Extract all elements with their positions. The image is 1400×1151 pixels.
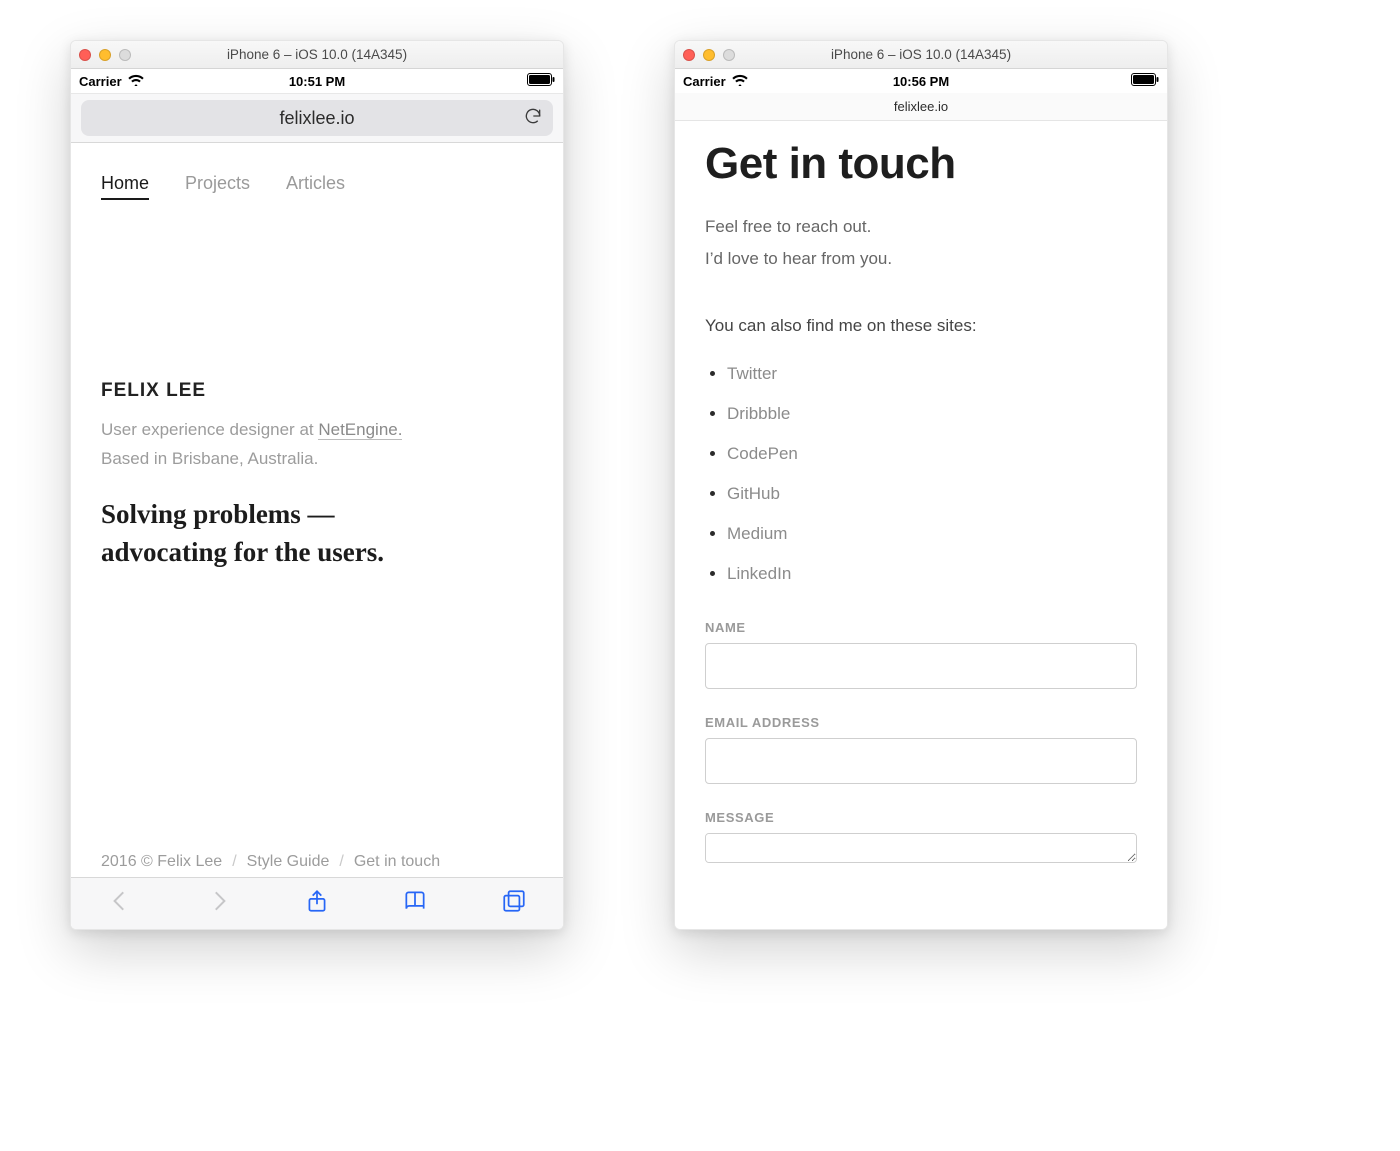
window-title: iPhone 6 – iOS 10.0 (14A345) xyxy=(675,47,1167,62)
wifi-icon xyxy=(128,74,144,89)
mac-titlebar: iPhone 6 – iOS 10.0 (14A345) xyxy=(71,41,563,69)
message-label: MESSAGE xyxy=(705,810,1137,825)
ios-status-bar: Carrier 10:56 PM xyxy=(675,69,1167,93)
footer-style-guide[interactable]: Style Guide xyxy=(247,853,330,871)
safari-url-bar[interactable]: felixlee.io xyxy=(71,93,563,143)
tagline-line2: advocating for the users. xyxy=(101,537,384,567)
tagline: Solving problems — advocating for the us… xyxy=(101,496,533,572)
byline: User experience designer at NetEngine. B… xyxy=(101,416,533,474)
forward-icon[interactable] xyxy=(206,888,232,919)
name-input[interactable] xyxy=(705,643,1137,689)
footer-copyright: 2016 © Felix Lee xyxy=(101,853,222,871)
bookmarks-icon[interactable] xyxy=(402,888,428,919)
safari-url-bar-mini[interactable]: felixlee.io xyxy=(675,93,1167,121)
traffic-lights xyxy=(683,49,735,61)
simulator-window-right: iPhone 6 – iOS 10.0 (14A345) Carrier 10:… xyxy=(674,40,1168,930)
close-icon[interactable] xyxy=(683,49,695,61)
page-contact: Get in touch Feel free to reach out. I’d… xyxy=(675,121,1167,929)
minimize-icon[interactable] xyxy=(99,49,111,61)
clock: 10:51 PM xyxy=(289,74,345,89)
minimize-icon[interactable] xyxy=(703,49,715,61)
close-icon[interactable] xyxy=(79,49,91,61)
nav-tabs: Home Projects Articles xyxy=(71,143,563,200)
footer-separator: / xyxy=(232,853,236,871)
name-label: NAME xyxy=(705,620,1137,635)
social-link-twitter[interactable]: Twitter xyxy=(727,354,1137,394)
tagline-line1: Solving problems — xyxy=(101,499,335,529)
mac-titlebar: iPhone 6 – iOS 10.0 (14A345) xyxy=(675,41,1167,69)
brand-name: FELIX LEE xyxy=(101,380,533,402)
share-icon[interactable] xyxy=(304,888,330,919)
also-find-text: You can also find me on these sites: xyxy=(705,316,1137,336)
page-home: Home Projects Articles FELIX LEE User ex… xyxy=(71,143,563,929)
clock: 10:56 PM xyxy=(893,74,949,89)
byline-location: Based in Brisbane, Australia. xyxy=(101,449,318,468)
url-pill[interactable]: felixlee.io xyxy=(81,100,553,136)
footer-links: 2016 © Felix Lee / Style Guide / Get in … xyxy=(101,853,533,871)
hero: FELIX LEE User experience designer at Ne… xyxy=(71,380,563,571)
reload-icon[interactable] xyxy=(523,106,543,131)
byline-link[interactable]: NetEngine. xyxy=(318,420,402,440)
lead-line2: I’d love to hear from you. xyxy=(705,243,1137,275)
tab-articles[interactable]: Articles xyxy=(286,173,345,200)
zoom-icon[interactable] xyxy=(723,49,735,61)
wifi-icon xyxy=(732,74,748,89)
social-link-dribbble[interactable]: Dribbble xyxy=(727,394,1137,434)
tabs-icon[interactable] xyxy=(501,888,527,919)
form-group-email: EMAIL ADDRESS xyxy=(705,715,1137,784)
social-link-linkedin[interactable]: LinkedIn xyxy=(727,554,1137,594)
social-links-list: Twitter Dribbble CodePen GitHub Medium L… xyxy=(705,354,1137,594)
zoom-icon[interactable] xyxy=(119,49,131,61)
lead-line1: Feel free to reach out. xyxy=(705,211,1137,243)
tab-home[interactable]: Home xyxy=(101,173,149,200)
tab-projects[interactable]: Projects xyxy=(185,173,250,200)
message-input[interactable] xyxy=(705,833,1137,863)
lead-text: Feel free to reach out. I’d love to hear… xyxy=(705,211,1137,276)
byline-prefix: User experience designer at xyxy=(101,420,318,439)
footer-separator: / xyxy=(339,853,343,871)
form-group-message: MESSAGE xyxy=(705,810,1137,868)
footer-contact[interactable]: Get in touch xyxy=(354,853,440,871)
battery-icon xyxy=(1131,73,1159,89)
social-link-codepen[interactable]: CodePen xyxy=(727,434,1137,474)
safari-toolbar xyxy=(71,877,563,929)
traffic-lights xyxy=(79,49,131,61)
social-link-medium[interactable]: Medium xyxy=(727,514,1137,554)
url-text: felixlee.io xyxy=(894,99,948,114)
email-label: EMAIL ADDRESS xyxy=(705,715,1137,730)
battery-icon xyxy=(527,73,555,89)
back-icon[interactable] xyxy=(107,888,133,919)
ios-status-bar: Carrier 10:51 PM xyxy=(71,69,563,93)
email-input[interactable] xyxy=(705,738,1137,784)
social-link-github[interactable]: GitHub xyxy=(727,474,1137,514)
simulator-window-left: iPhone 6 – iOS 10.0 (14A345) Carrier 10:… xyxy=(70,40,564,930)
window-title: iPhone 6 – iOS 10.0 (14A345) xyxy=(71,47,563,62)
url-text: felixlee.io xyxy=(279,108,354,129)
carrier-label: Carrier xyxy=(683,74,726,89)
carrier-label: Carrier xyxy=(79,74,122,89)
page-title: Get in touch xyxy=(705,139,1137,189)
form-group-name: NAME xyxy=(705,620,1137,689)
